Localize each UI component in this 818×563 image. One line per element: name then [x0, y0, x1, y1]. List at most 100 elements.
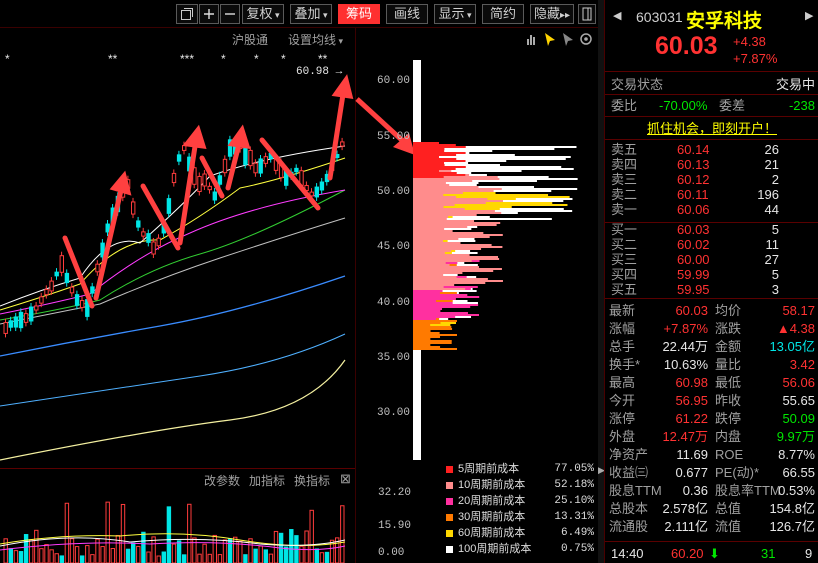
- chip-bar: [413, 146, 466, 148]
- volume-bar: [29, 539, 34, 563]
- candle: [319, 181, 325, 191]
- next-stock-icon[interactable]: ▶: [805, 9, 813, 22]
- ask-volume: 26: [764, 142, 779, 157]
- bid-row[interactable]: 买二 60.02 11: [605, 237, 818, 252]
- stat-value: 60.98: [675, 375, 708, 390]
- chip-button[interactable]: 筹码: [338, 4, 380, 24]
- add-indicator-button[interactable]: 加指标: [249, 472, 285, 489]
- chip-bar: [413, 396, 421, 398]
- modify-params-button[interactable]: 改参数: [204, 472, 240, 489]
- stat-label: 外盘: [609, 429, 636, 444]
- chip-bar: [413, 72, 421, 74]
- chip-bar: [413, 356, 421, 358]
- chip-bar: [413, 122, 421, 124]
- ask-row[interactable]: 卖四 60.13 21: [605, 157, 818, 172]
- stat-value: 50.09: [782, 411, 815, 426]
- chip-bar: [413, 168, 456, 170]
- stat-label: ROE: [715, 447, 744, 462]
- chip-bar: [413, 110, 421, 112]
- ask-row[interactable]: 卖一 60.06 44: [605, 202, 818, 217]
- chip-bar: [413, 112, 421, 114]
- minus-icon[interactable]: [220, 4, 240, 24]
- peak-price-label: 60.98 →: [296, 66, 343, 78]
- volume-chart[interactable]: [0, 490, 355, 563]
- legend-label: 30周期前成本: [458, 511, 526, 523]
- promo-row[interactable]: 抓住机会，即刻开户！: [605, 120, 818, 137]
- weibi-label: 委比: [611, 98, 638, 113]
- stat-row: 总股本 2.578亿 总值 154.8亿: [605, 500, 818, 517]
- chip-distribution-chart[interactable]: [413, 60, 598, 460]
- fuquan-dropdown[interactable]: 复权 ▾: [242, 4, 284, 24]
- volume-bar: [187, 503, 192, 563]
- chip-bar: [413, 184, 450, 186]
- stat-row: 股息TTM 0.36 股息率TTM 0.53%: [605, 482, 818, 499]
- chip-bar: [413, 394, 421, 396]
- simple-button[interactable]: 简约: [482, 4, 524, 24]
- ask-row[interactable]: 卖二 60.11 196: [605, 187, 818, 202]
- chip-bar: [413, 354, 421, 356]
- volume-bar: [263, 549, 269, 563]
- stat-label: 最低: [715, 375, 742, 390]
- chip-bar: [413, 330, 431, 332]
- chip-bar: [413, 456, 421, 458]
- chip-bar: [413, 336, 441, 338]
- stat-value: 0.36: [682, 483, 708, 498]
- ask-volume: 2: [771, 172, 779, 187]
- hide-button[interactable]: 隐藏▸▸: [530, 4, 574, 24]
- display-label: 显示: [438, 6, 465, 21]
- promo-link[interactable]: 抓住机会，即刻开户！: [647, 120, 777, 137]
- star-marker: *: [5, 52, 10, 66]
- volume-bar: [74, 546, 80, 563]
- chip-bar: [413, 446, 421, 448]
- plus-icon[interactable]: [199, 4, 219, 24]
- volume-bar: [141, 531, 146, 563]
- chip-bar: [413, 86, 421, 88]
- legend-item: 100周期前成本 0.75%: [444, 541, 596, 557]
- candle: [151, 241, 156, 255]
- chip-bar: [413, 454, 421, 456]
- chip-bar: [413, 96, 421, 98]
- display-dropdown[interactable]: 显示 ▾: [434, 4, 476, 24]
- candle: [90, 286, 95, 294]
- stat-row: 总手 22.44万 金额 13.05亿: [605, 338, 818, 355]
- star-marker: *: [281, 52, 286, 66]
- switch-indicator-button[interactable]: 换指标: [294, 472, 330, 489]
- bid-label: 买五: [611, 282, 638, 297]
- candle: [207, 185, 212, 191]
- prev-stock-icon[interactable]: ◀: [613, 9, 621, 22]
- candle: [340, 141, 345, 147]
- ask-row[interactable]: 卖五 60.14 26: [605, 142, 818, 157]
- bid-row[interactable]: 买四 59.99 5: [605, 267, 818, 282]
- chip-bar: [413, 252, 445, 254]
- overlay-dropdown[interactable]: 叠加 ▾: [290, 4, 332, 24]
- close-icon[interactable]: ⊠: [340, 471, 351, 487]
- chip-bar: [413, 428, 421, 430]
- chip-bar: [413, 352, 421, 354]
- draw-line-button[interactable]: 画线: [386, 4, 428, 24]
- chip-bar: [413, 228, 445, 230]
- stat-label: 最新: [609, 303, 636, 318]
- stat-row: 涨停 61.22 跌停 50.09: [605, 410, 818, 427]
- chip-bar: [413, 370, 421, 372]
- chip-bar: [413, 130, 421, 132]
- ask-volume: 44: [764, 202, 779, 217]
- legend-value: 77.05%: [554, 463, 594, 475]
- kline-chart[interactable]: [0, 28, 355, 470]
- bid-row[interactable]: 买三 60.00 27: [605, 252, 818, 267]
- restore-icon[interactable]: [176, 4, 198, 24]
- ask-row[interactable]: 卖三 60.12 2: [605, 172, 818, 187]
- chip-bar: [413, 290, 443, 292]
- chip-bar: [413, 418, 421, 420]
- chip-bar: [413, 98, 421, 100]
- legend-item: 20周期前成本 25.10%: [444, 493, 596, 509]
- chip-bar: [413, 298, 456, 300]
- tick-row[interactable]: 14:40 60.20 ⬇ 31 9: [605, 545, 818, 562]
- bid-row[interactable]: 买五 59.95 3: [605, 282, 818, 297]
- collapse-icon[interactable]: [578, 4, 596, 24]
- weibi-value: -70.00%: [659, 98, 708, 113]
- chip-bar: [413, 134, 421, 136]
- chip-bar: [413, 380, 421, 382]
- bid-row[interactable]: 买一 60.03 5: [605, 222, 818, 237]
- chip-bar: [413, 78, 421, 80]
- legend-value: 6.49%: [560, 527, 594, 539]
